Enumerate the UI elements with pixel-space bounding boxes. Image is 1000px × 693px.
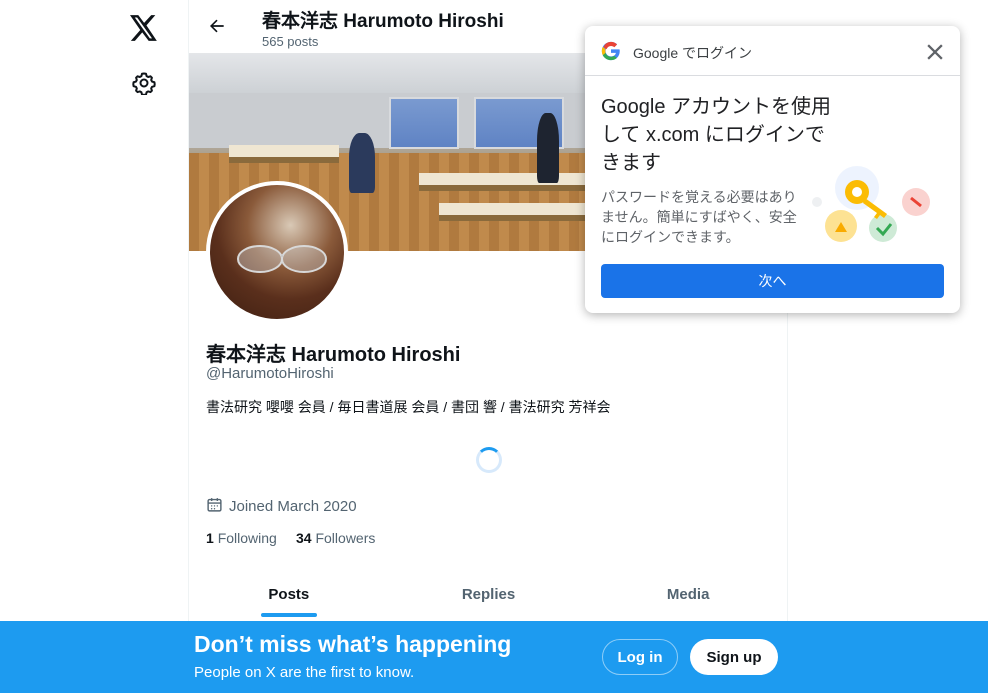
popup-header-text: Google でログイン bbox=[633, 45, 753, 61]
banner-person bbox=[349, 133, 375, 193]
followers-label: Followers bbox=[315, 530, 376, 546]
following-count: 1 bbox=[206, 530, 214, 546]
profile-bio: 書法研究 嚶嚶 会員 / 毎日書道展 会員 / 書団 響 / 書法研究 芳祥会 bbox=[206, 399, 611, 415]
header-title: 春本洋志 Harumoto Hiroshi bbox=[262, 11, 504, 32]
following-link[interactable]: 1 Following bbox=[206, 530, 277, 546]
followers-link[interactable]: 34 Followers bbox=[296, 530, 375, 546]
banner-window bbox=[389, 97, 459, 149]
next-button[interactable]: 次へ bbox=[601, 264, 944, 298]
popup-title: Google アカウントを使用して x.com にログインできます bbox=[601, 96, 832, 174]
avatar[interactable] bbox=[206, 181, 348, 323]
header-posts-count: 565 posts bbox=[262, 34, 319, 49]
banner-subtitle: People on X are the first to know. bbox=[194, 664, 415, 681]
tab-replies[interactable]: Replies bbox=[389, 568, 589, 621]
x-logo-icon[interactable] bbox=[122, 6, 166, 50]
calendar-icon bbox=[206, 496, 223, 517]
google-signin-popup: Google でログイン Google アカウントを使用して x.com にログ… bbox=[585, 26, 960, 313]
banner-table bbox=[229, 145, 339, 163]
google-logo-icon bbox=[601, 41, 620, 61]
followers-count: 34 bbox=[296, 530, 312, 546]
following-label: Following bbox=[217, 530, 277, 546]
profile-name: 春本洋志 Harumoto Hiroshi bbox=[206, 344, 461, 366]
joined-date: Joined March 2020 bbox=[206, 496, 357, 517]
profile-handle: @HarumotoHiroshi bbox=[206, 365, 334, 382]
popup-body: パスワードを覚える必要はありません。簡単にすばやく、安全にログインできます。 bbox=[601, 189, 797, 245]
close-icon[interactable] bbox=[923, 40, 947, 64]
tab-media[interactable]: Media bbox=[588, 568, 788, 621]
loading-spinner bbox=[476, 447, 502, 473]
signup-button[interactable]: Sign up bbox=[690, 639, 778, 675]
tab-posts[interactable]: Posts bbox=[189, 568, 389, 621]
popup-header: Google でログイン bbox=[585, 26, 960, 76]
key-illustration-icon bbox=[812, 166, 930, 242]
left-nav bbox=[0, 0, 188, 693]
gear-icon[interactable] bbox=[122, 61, 166, 105]
banner-person bbox=[537, 113, 559, 183]
glasses-image bbox=[237, 245, 327, 273]
banner-title: Don’t miss what’s happening bbox=[194, 631, 512, 657]
bottom-signup-banner: Don’t miss what’s happening People on X … bbox=[0, 621, 988, 693]
back-arrow-icon[interactable] bbox=[201, 10, 233, 42]
joined-text: Joined March 2020 bbox=[229, 498, 357, 515]
login-button[interactable]: Log in bbox=[602, 639, 678, 675]
profile-tabs: Posts Replies Media bbox=[189, 568, 788, 621]
